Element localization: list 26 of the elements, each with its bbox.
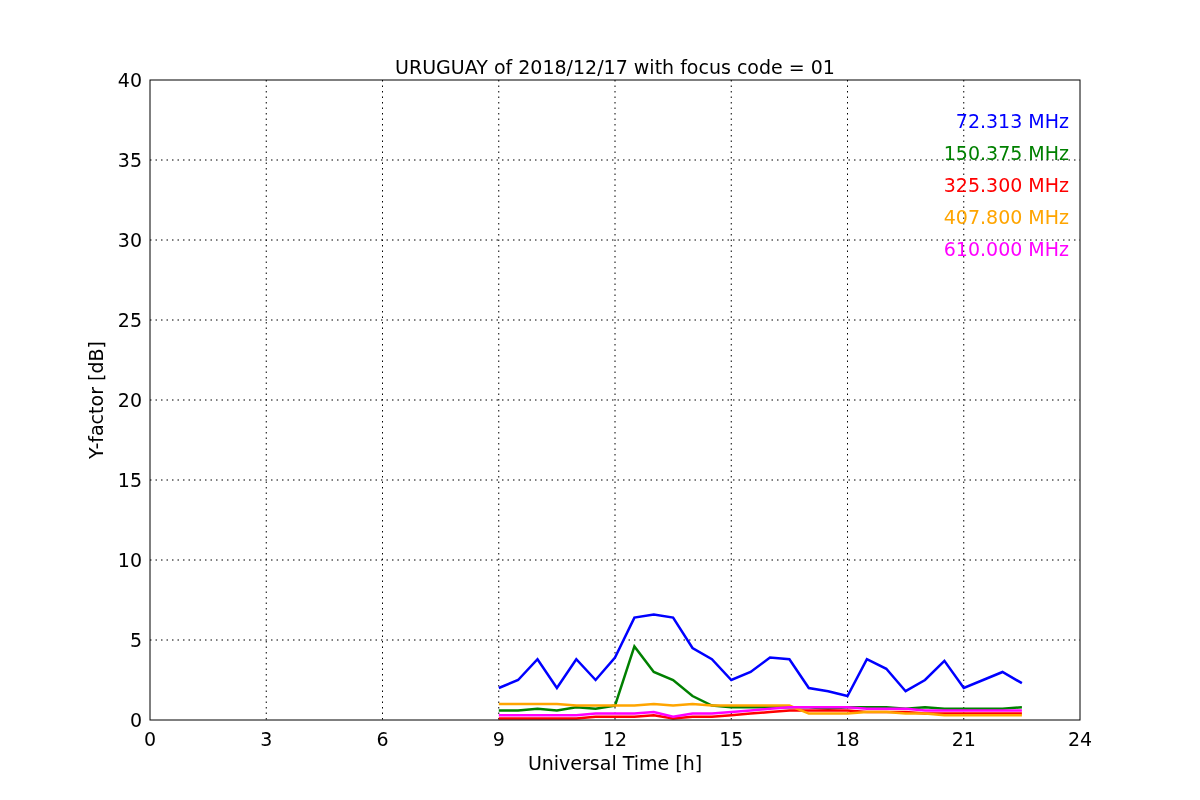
- x-axis-label: Universal Time [h]: [527, 752, 703, 774]
- y-tick-label: 30: [117, 229, 142, 251]
- legend-label: 325.300 MHz: [943, 174, 1069, 196]
- legend-label: 610.000 MHz: [943, 238, 1069, 260]
- y-tick-label: 5: [129, 629, 142, 651]
- x-tick-label: 3: [260, 728, 273, 750]
- y-tick-label: 35: [117, 149, 142, 171]
- x-tick-label: 18: [835, 728, 860, 750]
- y-tick-label: 40: [117, 69, 142, 91]
- y-tick-label: 20: [117, 389, 142, 411]
- y-tick-label: 10: [117, 549, 142, 571]
- x-tick-label: 0: [143, 728, 157, 750]
- x-tick-label: 21: [951, 728, 976, 750]
- y-axis-label: Y-factor [dB]: [85, 341, 107, 459]
- x-tick-label: 9: [492, 728, 505, 750]
- x-tick-label: 6: [376, 728, 389, 750]
- x-tick-label: 15: [719, 728, 744, 750]
- y-tick-label: 0: [129, 709, 142, 731]
- y-tick-label: 25: [117, 309, 142, 331]
- legend-label: 150.375 MHz: [943, 142, 1069, 164]
- x-tick-label: 12: [602, 728, 628, 750]
- x-tick-label: 24: [1067, 728, 1093, 750]
- chart-title: URUGUAY of 2018/12/17 with focus code = 01: [395, 56, 835, 78]
- legend-label: 407.800 MHz: [943, 206, 1069, 228]
- legend-label: 72.313 MHz: [955, 110, 1069, 132]
- y-tick-label: 15: [117, 469, 142, 491]
